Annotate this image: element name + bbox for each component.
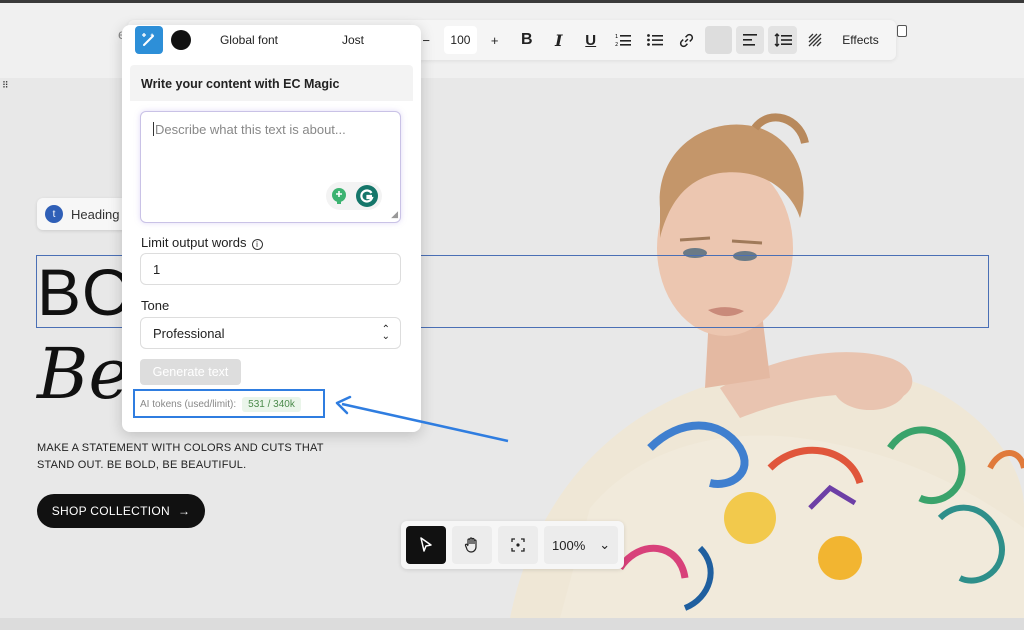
hand-icon [464, 537, 477, 553]
hand-tool-button[interactable] [452, 526, 492, 564]
zoom-value: 100% [552, 537, 586, 553]
fit-screen-button[interactable] [498, 526, 538, 564]
select-tool-button[interactable] [406, 526, 446, 564]
focus-icon [511, 538, 525, 552]
zoom-select[interactable]: 100% ⌄ [544, 526, 619, 564]
cursor-icon [420, 537, 432, 552]
canvas-toolbar: 100% ⌄ [401, 521, 624, 569]
chevron-down-icon: ⌄ [599, 537, 611, 552]
